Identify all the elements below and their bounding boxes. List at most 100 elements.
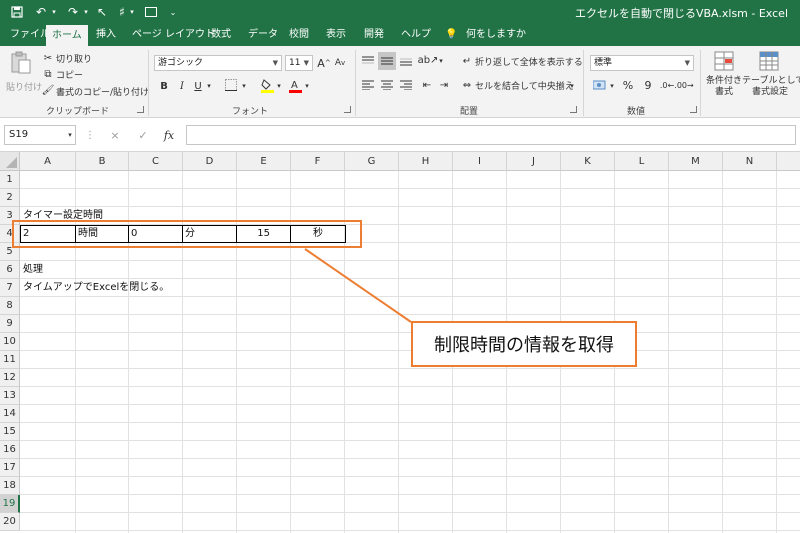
row-header-18[interactable]: 18 xyxy=(0,477,20,495)
cell-A6[interactable]: 処理 xyxy=(21,261,45,279)
copy-button[interactable]: コピー xyxy=(56,68,83,81)
column-header-L[interactable]: L xyxy=(615,152,669,171)
borders-icon[interactable] xyxy=(224,78,238,92)
enter-icon[interactable]: ✓ xyxy=(136,128,150,142)
row-header-11[interactable]: 11 xyxy=(0,351,20,369)
row-header-8[interactable]: 8 xyxy=(0,297,20,315)
redo-icon[interactable]: ↷ xyxy=(66,4,80,20)
cancel-icon[interactable]: × xyxy=(108,128,122,142)
font-name-select[interactable]: 游ゴシック ▼ xyxy=(154,55,282,71)
customize-qat-icon[interactable]: ⌄ xyxy=(168,4,178,20)
tab-home[interactable]: ホーム xyxy=(46,25,88,46)
cut-icon[interactable]: ✂ xyxy=(42,52,54,64)
save-icon[interactable] xyxy=(10,4,24,20)
column-header-M[interactable]: M xyxy=(669,152,723,171)
tab-data[interactable]: データ xyxy=(242,24,284,46)
row-header-13[interactable]: 13 xyxy=(0,387,20,405)
touch-dropdown-icon[interactable]: ▾ xyxy=(128,4,136,20)
format-painter-icon[interactable]: 🖌 xyxy=(42,84,55,96)
column-header-E[interactable]: E xyxy=(237,152,291,171)
bold-button[interactable]: B xyxy=(158,79,170,93)
tab-developer[interactable]: 開発 xyxy=(358,24,390,46)
conditional-formatting-icon[interactable] xyxy=(713,50,735,72)
tab-formulas[interactable]: 数式 xyxy=(205,24,237,46)
alignment-launcher-icon[interactable] xyxy=(570,106,577,113)
align-top-icon[interactable] xyxy=(361,54,375,68)
touch-mode-icon[interactable]: ♯ xyxy=(116,4,128,20)
underline-button[interactable]: U xyxy=(192,79,204,93)
row-header-9[interactable]: 9 xyxy=(0,315,20,333)
font-size-select[interactable]: 11 ▼ xyxy=(285,55,313,71)
borders-dropdown-icon[interactable]: ▾ xyxy=(240,79,248,93)
align-right-icon[interactable] xyxy=(399,78,413,92)
column-header-A[interactable]: A xyxy=(20,152,76,171)
fill-color-dropdown-icon[interactable]: ▾ xyxy=(275,79,283,93)
row-header-14[interactable]: 14 xyxy=(0,405,20,423)
worksheet-grid[interactable]: A B C D E F G H I J K L M N 1 2 3 4 5 6 … xyxy=(0,152,800,533)
column-header-K[interactable]: K xyxy=(561,152,615,171)
cut-button[interactable]: 切り取り xyxy=(56,52,92,65)
italic-button[interactable]: I xyxy=(176,79,188,93)
column-header-D[interactable]: D xyxy=(183,152,237,171)
row-header-6[interactable]: 6 xyxy=(0,261,20,279)
accounting-format-icon[interactable] xyxy=(592,77,608,93)
paste-button[interactable]: 貼り付け xyxy=(6,80,42,93)
align-center-icon[interactable] xyxy=(380,78,394,92)
tell-me-lightbulb-icon[interactable]: 💡 xyxy=(445,24,457,46)
number-format-select[interactable]: 標準 ▼ xyxy=(590,55,694,71)
undo-dropdown-icon[interactable]: ▾ xyxy=(50,4,58,20)
merge-center-button[interactable]: セルを結合して中央揃え xyxy=(475,79,574,92)
font-color-icon[interactable]: A xyxy=(288,77,302,93)
redo-dropdown-icon[interactable]: ▾ xyxy=(82,4,90,20)
font-launcher-icon[interactable] xyxy=(344,106,351,113)
row-header-7[interactable]: 7 xyxy=(0,279,20,297)
column-header-G[interactable]: G xyxy=(345,152,399,171)
orientation-dropdown-icon[interactable]: ▾ xyxy=(437,54,445,68)
cell-A7[interactable]: タイムアップでExcelを閉じる。 xyxy=(21,279,171,297)
increase-decimal-icon[interactable]: .0← xyxy=(660,78,674,92)
copy-icon[interactable]: ⧉ xyxy=(42,68,54,80)
font-color-dropdown-icon[interactable]: ▾ xyxy=(303,79,311,93)
format-as-table-icon[interactable] xyxy=(758,50,780,72)
undo-icon[interactable]: ↶ xyxy=(34,4,48,20)
orientation-icon[interactable]: ab↗ xyxy=(418,52,439,68)
number-launcher-icon[interactable] xyxy=(690,106,697,113)
tab-view[interactable]: 表示 xyxy=(320,24,352,46)
decrease-decimal-icon[interactable]: .00→ xyxy=(674,78,693,92)
select-pointer-icon[interactable]: ↖ xyxy=(96,4,108,20)
merge-center-icon[interactable]: ⇔ xyxy=(460,78,474,92)
column-header-B[interactable]: B xyxy=(76,152,129,171)
row-header-16[interactable]: 16 xyxy=(0,441,20,459)
column-header-N[interactable]: N xyxy=(723,152,777,171)
accounting-dropdown-icon[interactable]: ▾ xyxy=(608,79,616,93)
conditional-formatting-button[interactable]: 条件付き 書式 xyxy=(703,76,745,98)
format-as-table-button[interactable]: テーブルとして 書式設定 xyxy=(742,76,800,98)
clipboard-launcher-icon[interactable] xyxy=(137,106,144,113)
column-header-F[interactable]: F xyxy=(291,152,345,171)
insert-function-icon[interactable]: fx xyxy=(162,128,176,142)
percent-button[interactable]: % xyxy=(621,78,635,92)
form-icon[interactable] xyxy=(144,4,158,20)
fill-color-icon[interactable] xyxy=(260,77,274,93)
row-header-17[interactable]: 17 xyxy=(0,459,20,477)
column-header-J[interactable]: J xyxy=(507,152,561,171)
paste-icon[interactable] xyxy=(8,50,34,76)
column-header-I[interactable]: I xyxy=(453,152,507,171)
format-painter-button[interactable]: 書式のコピー/貼り付け xyxy=(56,85,149,98)
column-header-C[interactable]: C xyxy=(129,152,183,171)
row-header-12[interactable]: 12 xyxy=(0,369,20,387)
wrap-text-icon[interactable]: ↵ xyxy=(460,54,474,68)
row-header-10[interactable]: 10 xyxy=(0,333,20,351)
align-left-icon[interactable] xyxy=(361,78,375,92)
name-box-dropdown-icon[interactable]: ▾ xyxy=(66,129,74,141)
underline-dropdown-icon[interactable]: ▾ xyxy=(205,79,213,93)
align-middle-icon[interactable] xyxy=(378,52,396,70)
tell-me-search[interactable]: 何をしますか xyxy=(466,24,526,46)
increase-indent-icon[interactable]: ⇥ xyxy=(437,78,451,92)
row-header-19[interactable]: 19 xyxy=(0,495,20,513)
select-all-corner[interactable] xyxy=(0,152,20,171)
tab-review[interactable]: 校閲 xyxy=(283,24,315,46)
formula-input[interactable] xyxy=(186,125,796,145)
font-shrink-icon[interactable]: Av xyxy=(334,55,346,71)
wrap-text-button[interactable]: 折り返して全体を表示する xyxy=(475,55,583,68)
